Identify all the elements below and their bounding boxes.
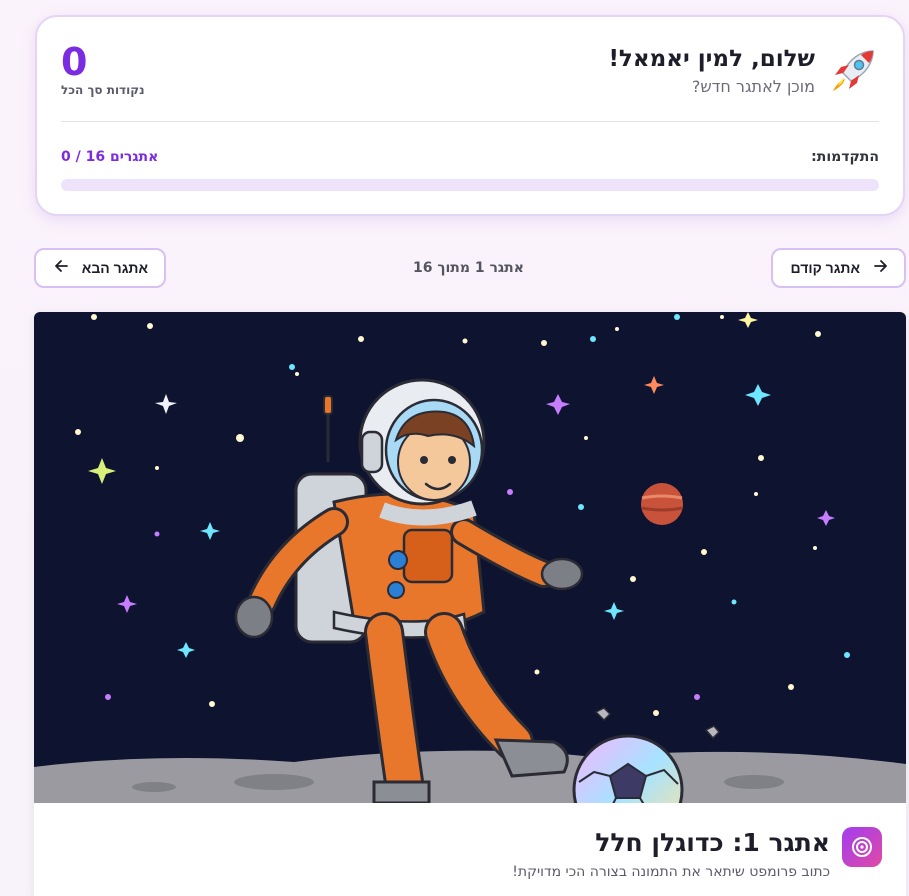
next-challenge-label: אתגר הבא <box>81 260 148 276</box>
challenge-title: אתגר 1: כדוגלן חלל <box>595 828 830 857</box>
total-score: 0 נקודות סך הכל <box>61 41 145 97</box>
progress-label: התקדמות: <box>811 149 879 165</box>
greeting-block: שלום, למין יאמאל! מוכן לאתגר חדש? <box>608 45 815 96</box>
challenge-image <box>34 312 906 803</box>
arrow-left-icon <box>54 259 68 278</box>
challenge-card: אתגר 1: כדוגלן חלל כתוב פרומפט שיתאר את … <box>34 312 906 896</box>
rocket-icon <box>827 45 879 97</box>
progress-count: 0 / 16 אתגרים <box>61 149 159 165</box>
next-challenge-button[interactable]: אתגר הבא <box>34 248 166 288</box>
divider <box>61 121 879 122</box>
greeting-title: שלום, למין יאמאל! <box>608 46 815 72</box>
score-value: 0 <box>61 40 88 84</box>
progress-bar <box>61 179 879 191</box>
welcome-card: שלום, למין יאמאל! מוכן לאתגר חדש? 0 נקוד… <box>35 15 905 216</box>
greeting-subtitle: מוכן לאתגר חדש? <box>691 77 815 96</box>
score-label: נקודות סך הכל <box>61 83 145 97</box>
challenge-description: כתוב פרומפט שיתאר את התמונה בצורה הכי מד… <box>512 864 830 880</box>
target-icon <box>842 827 882 867</box>
